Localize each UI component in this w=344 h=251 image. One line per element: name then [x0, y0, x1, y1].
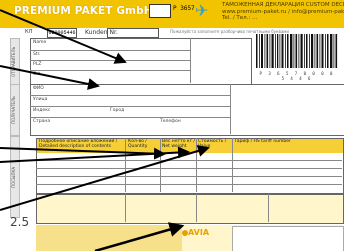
arrow-sender	[0, 9, 127, 64]
annotation-arrows	[0, 9, 210, 251]
arrow-description	[0, 147, 166, 160]
arrow-recipient	[0, 65, 100, 90]
customs-declaration-form: PREMIUM PAKET GmbH P 3657 ✈ ТАМОЖЕННАЯ Д…	[0, 0, 344, 251]
arrow-value	[0, 146, 190, 163]
arrow-avia	[94, 222, 185, 251]
